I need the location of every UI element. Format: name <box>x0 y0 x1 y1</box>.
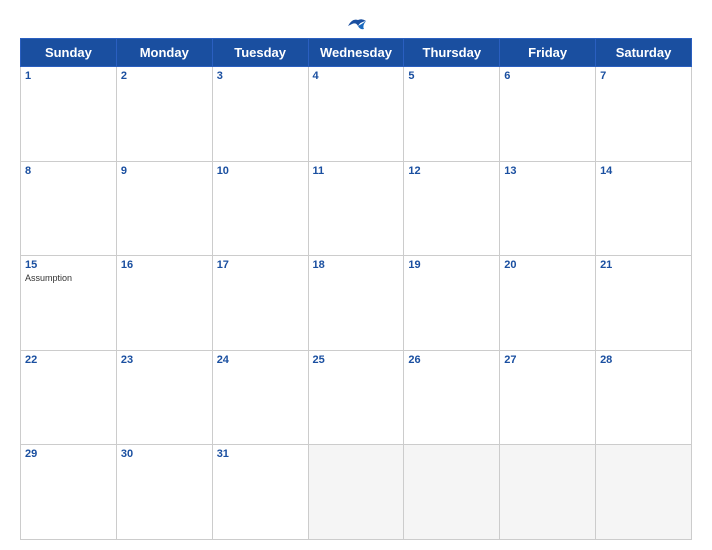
calendar-header <box>20 16 692 34</box>
day-number: 10 <box>217 165 304 177</box>
day-number: 25 <box>313 354 400 366</box>
day-number: 27 <box>504 354 591 366</box>
day-number: 4 <box>313 70 400 82</box>
calendar-day-cell: 5 <box>404 67 500 162</box>
calendar-day-cell: 27 <box>500 350 596 445</box>
calendar-week-row: 29 30 31 <box>21 445 692 540</box>
calendar-week-row: 15 Assumption 16 17 18 19 20 21 <box>21 256 692 351</box>
day-number: 30 <box>121 448 208 460</box>
day-number: 15 <box>25 259 112 271</box>
calendar-day-cell: 3 <box>212 67 308 162</box>
day-number: 5 <box>408 70 495 82</box>
calendar-day-cell: 7 <box>596 67 692 162</box>
calendar-day-cell: 17 <box>212 256 308 351</box>
calendar-day-cell: 25 <box>308 350 404 445</box>
logo-bird-icon <box>346 16 368 34</box>
calendar-day-cell <box>500 445 596 540</box>
calendar-day-cell: 23 <box>116 350 212 445</box>
weekday-header-thursday: Thursday <box>404 39 500 67</box>
calendar-day-cell <box>596 445 692 540</box>
weekday-header-saturday: Saturday <box>596 39 692 67</box>
day-number: 24 <box>217 354 304 366</box>
day-number: 21 <box>600 259 687 271</box>
day-number: 8 <box>25 165 112 177</box>
day-number: 2 <box>121 70 208 82</box>
calendar-day-cell: 4 <box>308 67 404 162</box>
calendar-day-cell: 8 <box>21 161 117 256</box>
day-number: 7 <box>600 70 687 82</box>
logo <box>344 16 368 34</box>
weekday-header-monday: Monday <box>116 39 212 67</box>
calendar-day-cell: 1 <box>21 67 117 162</box>
weekday-header-wednesday: Wednesday <box>308 39 404 67</box>
calendar-day-cell: 24 <box>212 350 308 445</box>
day-number: 26 <box>408 354 495 366</box>
weekday-header-tuesday: Tuesday <box>212 39 308 67</box>
calendar-day-cell: 12 <box>404 161 500 256</box>
calendar-day-cell: 13 <box>500 161 596 256</box>
day-number: 3 <box>217 70 304 82</box>
calendar-day-cell: 19 <box>404 256 500 351</box>
calendar-day-cell: 30 <box>116 445 212 540</box>
calendar-day-cell: 20 <box>500 256 596 351</box>
calendar-day-cell: 6 <box>500 67 596 162</box>
calendar-day-cell: 29 <box>21 445 117 540</box>
calendar-day-cell: 16 <box>116 256 212 351</box>
day-number: 13 <box>504 165 591 177</box>
calendar-day-cell: 14 <box>596 161 692 256</box>
day-number: 1 <box>25 70 112 82</box>
calendar-day-cell: 28 <box>596 350 692 445</box>
day-number: 22 <box>25 354 112 366</box>
calendar-day-cell: 26 <box>404 350 500 445</box>
day-number: 20 <box>504 259 591 271</box>
day-number: 19 <box>408 259 495 271</box>
calendar-week-row: 22 23 24 25 26 27 28 <box>21 350 692 445</box>
holiday-label: Assumption <box>25 273 112 283</box>
day-number: 12 <box>408 165 495 177</box>
calendar-day-cell: 9 <box>116 161 212 256</box>
day-number: 18 <box>313 259 400 271</box>
calendar-day-cell: 2 <box>116 67 212 162</box>
weekday-header-row: SundayMondayTuesdayWednesdayThursdayFrid… <box>21 39 692 67</box>
calendar-day-cell: 22 <box>21 350 117 445</box>
calendar-day-cell: 15 Assumption <box>21 256 117 351</box>
calendar-week-row: 1234567 <box>21 67 692 162</box>
calendar-day-cell: 11 <box>308 161 404 256</box>
day-number: 11 <box>313 165 400 177</box>
day-number: 9 <box>121 165 208 177</box>
day-number: 16 <box>121 259 208 271</box>
calendar-day-cell <box>308 445 404 540</box>
weekday-header-friday: Friday <box>500 39 596 67</box>
calendar-table: SundayMondayTuesdayWednesdayThursdayFrid… <box>20 38 692 540</box>
day-number: 28 <box>600 354 687 366</box>
calendar-day-cell: 21 <box>596 256 692 351</box>
calendar-day-cell <box>404 445 500 540</box>
day-number: 14 <box>600 165 687 177</box>
calendar-day-cell: 10 <box>212 161 308 256</box>
day-number: 31 <box>217 448 304 460</box>
calendar-week-row: 89 10 11 12 13 14 <box>21 161 692 256</box>
calendar-day-cell: 18 <box>308 256 404 351</box>
calendar-day-cell: 31 <box>212 445 308 540</box>
day-number: 23 <box>121 354 208 366</box>
day-number: 17 <box>217 259 304 271</box>
day-number: 29 <box>25 448 112 460</box>
weekday-header-sunday: Sunday <box>21 39 117 67</box>
day-number: 6 <box>504 70 591 82</box>
